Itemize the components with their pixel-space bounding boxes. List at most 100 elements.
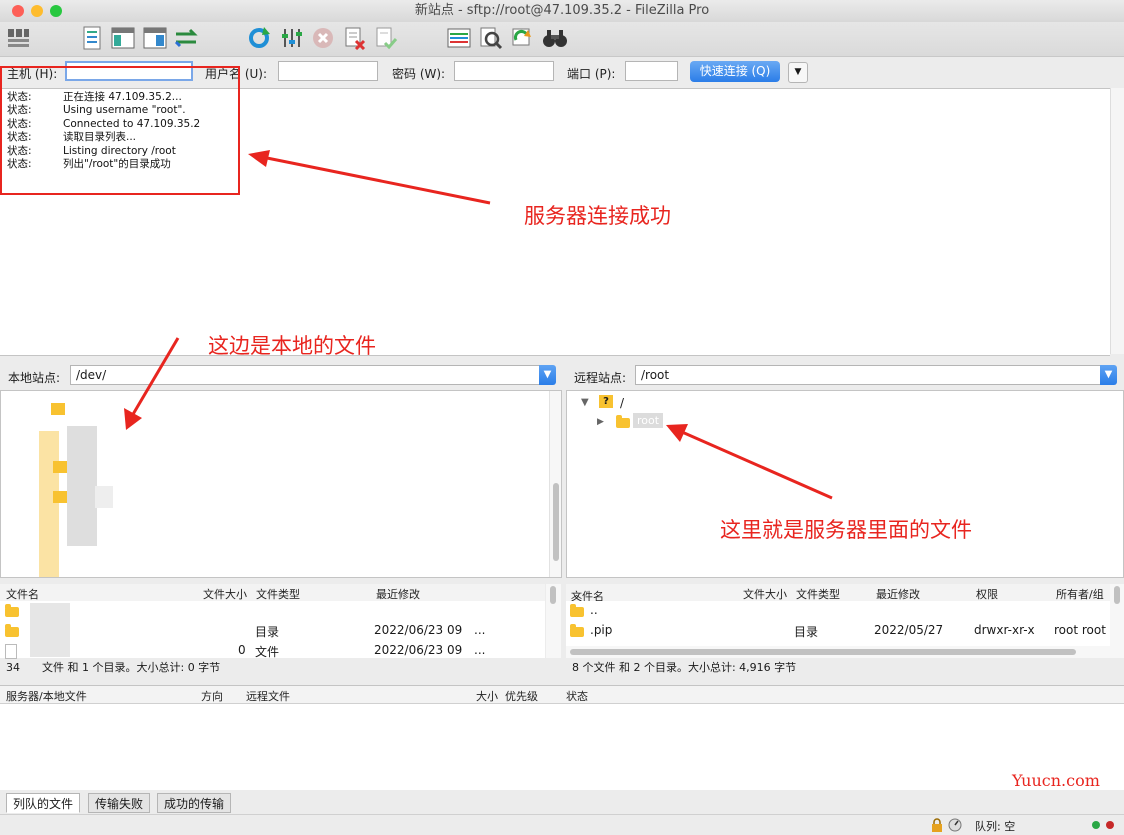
- disconnect-icon[interactable]: [342, 25, 368, 51]
- upload-indicator-icon: [1092, 821, 1100, 829]
- tab-failed-transfers[interactable]: 传输失败: [88, 793, 151, 813]
- zoom-window-button[interactable]: [50, 5, 62, 17]
- question-folder-icon: ?: [599, 395, 613, 408]
- local-site-bar: 本地站点: /dev/ ▼: [0, 360, 562, 390]
- remote-file-list[interactable]: .. .pip 目录 2022/05/27 drwxr-xr-x root ro…: [566, 601, 1110, 646]
- local-file-list[interactable]: 目录 2022/06/23 09 ... 0 文件 2022/06/23 09 …: [0, 601, 545, 660]
- local-list-row[interactable]: [0, 601, 545, 620]
- transfer-queue[interactable]: 服务器/本地文件 方向 远程文件 大小 优先级 状态: [0, 685, 1124, 790]
- remote-row-perms: drwxr-xr-x: [974, 623, 1035, 637]
- queue-col-local[interactable]: 服务器/本地文件: [6, 688, 87, 704]
- file-icon: [5, 644, 17, 659]
- local-directory-tree[interactable]: [0, 390, 562, 578]
- download-indicator-icon: [1106, 821, 1114, 829]
- speed-limit-icon[interactable]: [948, 818, 962, 835]
- tree-root-label[interactable]: /: [620, 396, 624, 410]
- remote-col-size[interactable]: 文件大小: [743, 586, 787, 602]
- local-tree-icon[interactable]: [110, 25, 136, 51]
- remote-col-perms[interactable]: 权限: [976, 586, 998, 602]
- remote-col-modified[interactable]: 最近修改: [876, 586, 920, 602]
- annotation-arrow-server: [666, 424, 833, 500]
- message-log-scrollbar[interactable]: [1110, 88, 1124, 354]
- local-row-type: 目录: [255, 625, 280, 639]
- local-row-modified: 2022/06/23 09: [374, 623, 463, 637]
- quickconnect-button[interactable]: 快速连接 (Q): [690, 61, 780, 82]
- queue-header: 服务器/本地文件 方向 远程文件 大小 优先级 状态: [0, 686, 1124, 704]
- remote-directory-tree[interactable]: ▼ ? / ▶ root: [566, 390, 1124, 578]
- site-manager-icon[interactable]: [5, 25, 31, 51]
- port-input[interactable]: [625, 61, 678, 81]
- remote-status-text: 8 个文件 和 2 个目录。大小总计: 4,916 字节: [572, 661, 797, 674]
- local-list-row[interactable]: 0 文件 2022/06/23 09 ...: [0, 641, 545, 660]
- tab-successful-transfers[interactable]: 成功的传输: [157, 793, 232, 813]
- cancel-icon[interactable]: [310, 25, 336, 51]
- tree-root-expand-icon[interactable]: ▼: [581, 397, 589, 408]
- port-label: 端口 (P):: [567, 67, 616, 81]
- tab-queued-files[interactable]: 列队的文件: [6, 793, 81, 813]
- toolbar: [0, 22, 1124, 57]
- lock-icon: [930, 818, 944, 835]
- local-row-modified: 2022/06/23 09: [374, 643, 463, 657]
- remote-col-type[interactable]: 文件类型: [796, 586, 840, 602]
- annotation-highlight-box: [0, 66, 240, 195]
- folder-icon: [5, 604, 19, 617]
- local-path-dropdown[interactable]: ▼: [539, 365, 556, 385]
- pixelated-names: [30, 603, 70, 657]
- remote-list-hscrollbar[interactable]: [566, 646, 1110, 658]
- minimize-window-button[interactable]: [31, 5, 43, 17]
- queue-col-size[interactable]: 大小: [476, 688, 498, 704]
- remote-row-modified: 2022/05/27: [874, 623, 944, 637]
- annotation-server-files: 这里就是服务器里面的文件: [720, 518, 972, 542]
- local-row-size: 0: [238, 643, 246, 657]
- annotation-arrow-connect: [248, 150, 491, 205]
- bottom-status-bar: 队列: 空: [0, 814, 1124, 835]
- local-site-label: 本地站点:: [8, 371, 61, 385]
- remote-list-hscroll-thumb[interactable]: [570, 649, 1076, 655]
- remote-list-scroll-thumb[interactable]: [1114, 586, 1120, 604]
- remote-tree-icon[interactable]: [142, 25, 168, 51]
- filter-icon[interactable]: [446, 25, 472, 51]
- title-bar: 新站点 - sftp://root@47.109.35.2 - FileZill…: [0, 0, 1124, 22]
- close-window-button[interactable]: [12, 5, 24, 17]
- local-col-modified[interactable]: 最近修改: [376, 586, 420, 602]
- process-queue-icon[interactable]: [279, 25, 305, 51]
- local-list-scroll-thumb[interactable]: [550, 586, 556, 604]
- quickconnect-history-dropdown[interactable]: ▼: [788, 62, 808, 83]
- remote-path-dropdown[interactable]: ▼: [1100, 365, 1117, 385]
- remote-list-header: 文件名 ︿ 文件大小 文件类型 最近修改 权限 所有者/组: [566, 584, 1110, 603]
- local-col-size[interactable]: 文件大小: [203, 586, 247, 602]
- compare-icon[interactable]: [478, 25, 504, 51]
- reconnect-icon[interactable]: [373, 25, 399, 51]
- remote-list-scrollbar[interactable]: [1110, 584, 1124, 658]
- remote-path-input[interactable]: /root: [635, 365, 1101, 385]
- remote-list-row[interactable]: .pip 目录 2022/05/27 drwxr-xr-x root root: [566, 621, 1110, 640]
- remote-col-owner[interactable]: 所有者/组: [1056, 586, 1104, 602]
- remote-row-owner: root root: [1054, 623, 1106, 637]
- message-log-icon[interactable]: [79, 25, 105, 51]
- tree-child-expand-icon[interactable]: ▶: [597, 417, 604, 427]
- local-tree-scrollbar[interactable]: [549, 391, 561, 577]
- refresh-icon[interactable]: [246, 25, 272, 51]
- tree-child-root[interactable]: root: [633, 413, 664, 428]
- sync-browse-icon[interactable]: [509, 25, 535, 51]
- remote-col-name[interactable]: 文件名 ︿: [571, 586, 604, 603]
- remote-list-row[interactable]: ..: [566, 601, 1110, 620]
- queue-col-status[interactable]: 状态: [566, 688, 588, 704]
- local-col-name[interactable]: 文件名: [6, 586, 39, 602]
- folder-icon: [570, 604, 584, 617]
- local-list-header: 文件名 文件大小 文件类型 最近修改: [0, 584, 545, 602]
- transfer-queue-icon[interactable]: [174, 25, 200, 51]
- queue-col-direction[interactable]: 方向: [201, 688, 223, 704]
- local-list-scrollbar[interactable]: [546, 584, 561, 658]
- folder-icon: [570, 624, 584, 637]
- local-col-type[interactable]: 文件类型: [256, 586, 300, 602]
- local-status-prefix: 34: [6, 661, 20, 674]
- password-input[interactable]: [454, 61, 554, 81]
- search-icon[interactable]: [542, 25, 568, 51]
- username-input[interactable]: [278, 61, 378, 81]
- local-list-row[interactable]: 目录 2022/06/23 09 ...: [0, 621, 545, 640]
- queue-col-remote[interactable]: 远程文件: [246, 688, 290, 704]
- local-tree-scroll-thumb[interactable]: [553, 483, 559, 561]
- queue-col-priority[interactable]: 优先级: [505, 688, 538, 704]
- password-label: 密码 (W):: [392, 67, 446, 81]
